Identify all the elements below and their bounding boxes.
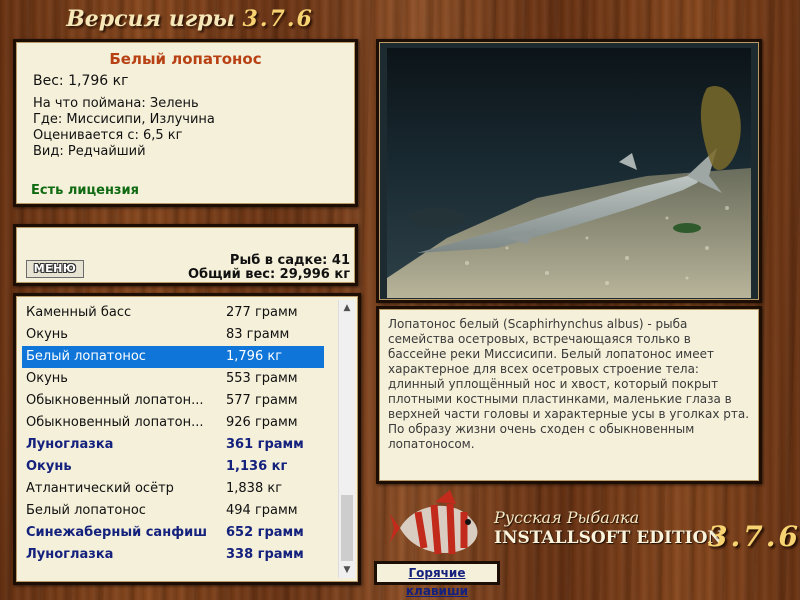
catch-fish-name: Каменный басс xyxy=(26,305,132,320)
fish-description: Лопатонос белый (Scaphirhynchus albus) -… xyxy=(388,317,750,451)
logo-fish-icon xyxy=(390,490,478,555)
fish-name: Белый лопатонос xyxy=(109,50,262,68)
catch-fish-name: Окунь xyxy=(26,327,68,342)
catch-fish-name: Атлантический осётр xyxy=(26,481,174,496)
rarity-line: Вид: Редчайший xyxy=(33,144,146,159)
catch-fish-name: Окунь xyxy=(26,459,72,474)
catch-list-row[interactable]: Окунь 83 грамм xyxy=(22,324,324,346)
catch-list-row[interactable]: Синежаберный санфиш 652 грамм xyxy=(22,522,324,544)
catch-list-row[interactable]: Атлантический осётр 1,838 кг xyxy=(22,478,324,500)
catch-fish-name: Белый лопатонос xyxy=(26,349,146,364)
game-version-title: Версия игры 3.7.6 xyxy=(0,6,380,32)
catch-fish-weight: 1,796 кг xyxy=(226,349,283,364)
fish-weight: Вес: 1,796 кг xyxy=(33,73,129,89)
catch-fish-weight: 83 грамм xyxy=(226,327,290,342)
scroll-down-icon[interactable]: ▼ xyxy=(339,562,355,578)
catch-list-scrollbar[interactable]: ▲ ▼ xyxy=(338,300,355,578)
catch-list-row[interactable]: Каменный басс 277 грамм xyxy=(22,302,324,324)
logo-version: 3.7.6 xyxy=(708,520,800,553)
game-version-label: Версия игры xyxy=(66,6,235,32)
keepnet-panel: МЕНЮ Рыб в садке: 41 Общий вес: 29,996 к… xyxy=(13,224,358,286)
catch-fish-weight: 494 грамм xyxy=(226,503,298,518)
menu-button[interactable]: МЕНЮ xyxy=(26,260,84,278)
catch-list-row[interactable]: Окунь 553 грамм xyxy=(22,368,324,390)
catch-fish-weight: 577 грамм xyxy=(226,393,298,408)
catch-fish-name: Синежаберный санфиш xyxy=(26,525,208,540)
total-weight: Общий вес: 29,996 кг xyxy=(187,267,350,282)
catch-fish-weight: 338 грамм xyxy=(226,547,304,562)
keepnet-stats: Рыб в садке: 41 Общий вес: 29,996 кг xyxy=(188,254,350,282)
fish-count: Рыб в садке: 41 xyxy=(229,253,350,268)
scroll-up-icon[interactable]: ▲ xyxy=(339,300,355,316)
catch-fish-weight: 277 грамм xyxy=(226,305,298,320)
catch-fish-weight: 1,136 кг xyxy=(226,459,288,474)
hotkeys-button[interactable]: Горячие клавиши xyxy=(374,561,500,598)
trophy-weight-line: Оценивается с: 6,5 кг xyxy=(33,128,183,143)
fish-photo-frame xyxy=(376,39,762,303)
catch-fish-name: Обыкновенный лопатон... xyxy=(26,393,204,408)
catch-list[interactable]: Каменный басс 277 грамм Окунь 83 грамм Белый… xyxy=(22,302,324,566)
catch-list-panel: Каменный басс 277 грамм Окунь 83 грамм Белый… xyxy=(13,293,361,585)
catch-fish-weight: 926 грамм xyxy=(226,415,298,430)
catch-list-row[interactable]: Обыкновенный лопатон... 926 грамм xyxy=(22,412,324,434)
fish-photo xyxy=(387,48,751,298)
logo-edition: INSTALLSOFT EDITION xyxy=(494,528,723,548)
logo-title: Русская Рыбалка xyxy=(494,508,640,527)
catch-fish-name: Белый лопатонос xyxy=(26,503,146,518)
catch-fish-name: Обыкновенный лопатон... xyxy=(26,415,204,430)
scroll-thumb[interactable] xyxy=(341,495,353,561)
bait-line: На что поймана: Зелень xyxy=(33,96,199,111)
catch-fish-weight: 361 грамм xyxy=(226,437,304,452)
catch-list-row[interactable]: Белый лопатонос 1,796 кг xyxy=(22,346,324,368)
catch-list-row[interactable]: Луноглазка 338 грамм xyxy=(22,544,324,566)
catch-fish-name: Окунь xyxy=(26,371,68,386)
catch-fish-weight: 652 грамм xyxy=(226,525,304,540)
catch-fish-weight: 1,838 кг xyxy=(226,481,283,496)
fish-description-panel: Лопатонос белый (Scaphirhynchus albus) -… xyxy=(376,306,762,484)
catch-list-row[interactable]: Белый лопатонос 494 грамм xyxy=(22,500,324,522)
game-version-number: 3.7.6 xyxy=(242,6,314,32)
catch-fish-weight: 553 грамм xyxy=(226,371,298,386)
fish-details: На что поймана: Зелень Где: Миссисипи, И… xyxy=(33,96,215,160)
license-status: Есть лицензия xyxy=(31,183,139,198)
catch-fish-name: Луноглазка xyxy=(26,437,114,452)
fish-info-panel: Белый лопатонос Вес: 1,796 кг На что пой… xyxy=(13,39,358,207)
location-line: Где: Миссисипи, Излучина xyxy=(33,112,215,127)
catch-list-row[interactable]: Обыкновенный лопатон... 577 грамм xyxy=(22,390,324,412)
catch-list-row[interactable]: Луноглазка 361 грамм xyxy=(22,434,324,456)
catch-list-row[interactable]: Окунь 1,136 кг xyxy=(22,456,324,478)
catch-fish-name: Луноглазка xyxy=(26,547,114,562)
